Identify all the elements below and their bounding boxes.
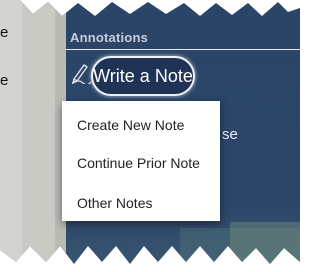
pencil-icon[interactable] — [70, 62, 92, 84]
note-options-menu: Create New Note Continue Prior Note Othe… — [62, 101, 220, 221]
menu-item-continue-prior-note[interactable]: Continue Prior Note — [77, 151, 220, 175]
header-divider — [66, 49, 300, 50]
write-a-note-button[interactable]: Write a Note — [91, 56, 195, 96]
annotations-header: Annotations — [70, 30, 149, 45]
left-panel-fragment: e — [0, 24, 9, 41]
left-panel-fragment: e — [0, 72, 9, 89]
menu-item-create-new-note[interactable]: Create New Note — [77, 113, 220, 137]
partial-label: se — [222, 126, 238, 143]
screenshot-fragment: e e Annotations Write a Note se Create N… — [0, 0, 300, 272]
menu-item-other-notes[interactable]: Other Notes — [77, 191, 220, 215]
